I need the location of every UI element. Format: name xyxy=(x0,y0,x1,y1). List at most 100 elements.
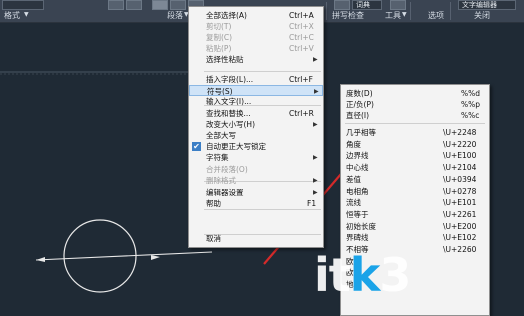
context-menu-item-label: 粘贴(P) xyxy=(206,44,232,53)
context-menu-item[interactable]: 复制(C) Ctrl+C xyxy=(189,32,323,43)
symbol-menu-item-label: 正/负(P) xyxy=(346,100,374,109)
tool-button[interactable] xyxy=(390,0,406,10)
editor-context-menu: 全部选择(A) Ctrl+A 剪切(T) Ctrl+X 复制(C) Ctrl+C 粘贴(P)… xyxy=(188,6,324,248)
symbol-menu-item[interactable]: 边界线 \U+E100 xyxy=(341,150,489,161)
ribbon-divider xyxy=(326,2,327,20)
paragraph-panel-label: 段落 xyxy=(167,11,183,20)
close-editor-label: 文字编辑器 xyxy=(462,1,497,9)
context-menu-item-label: 全部大写 xyxy=(206,131,236,140)
context-menu-item-label: 字符集 xyxy=(206,153,229,162)
context-menu-shortcut: Ctrl+R xyxy=(289,109,314,118)
context-menu-item[interactable]: 插入字段(L)... Ctrl+F xyxy=(189,74,323,85)
context-menu-item[interactable]: 查找和替换... Ctrl+R xyxy=(189,108,323,119)
symbol-menu-item[interactable]: 界碑线 \U+E102 xyxy=(341,232,489,243)
font-dropdown[interactable] xyxy=(2,0,44,10)
symbol-menu-item-label: 角度 xyxy=(346,139,361,149)
dimension-arrow-icon xyxy=(151,255,160,260)
context-menu-item[interactable]: 合并段落(O) xyxy=(189,164,323,175)
context-menu-shortcut: Ctrl+C xyxy=(289,33,314,42)
symbol-menu-item[interactable]: 几乎相等 \U+2248 xyxy=(341,127,489,138)
context-menu-item-label: 删除格式 xyxy=(206,176,236,185)
format-chevron-down-icon: ▼ xyxy=(24,11,29,18)
menu-separator xyxy=(204,71,321,72)
context-menu-item[interactable]: 编辑器设置 ▶ xyxy=(189,187,323,198)
context-menu-shortcut: Ctrl+X xyxy=(289,22,314,31)
symbol-menu-item-label: 流线 xyxy=(346,198,361,208)
chevron-right-icon: ▶ xyxy=(313,154,318,161)
context-menu-item[interactable]: 剪切(T) Ctrl+X xyxy=(189,21,323,32)
symbol-menu-item[interactable]: 度数(D) %%d xyxy=(341,88,489,99)
symbol-menu-item-label: 中心线 xyxy=(346,163,369,173)
symbol-code: %%c xyxy=(461,111,480,120)
context-menu-item[interactable]: 选择性粘贴 ▶ xyxy=(189,54,323,65)
symbol-menu-item-label: 几乎相等 xyxy=(346,128,376,137)
symbol-menu-item[interactable]: 角度 \U+2220 xyxy=(341,139,489,150)
context-menu-item[interactable]: 删除格式 ▶ xyxy=(189,175,323,186)
tools-panel-label: 工具 xyxy=(385,11,401,20)
context-menu-item[interactable]: ✔ 自动更正大写锁定 xyxy=(189,141,323,152)
symbol-menu-item-label: 边界线 xyxy=(346,151,369,161)
chevron-right-icon: ▶ xyxy=(313,121,318,128)
context-menu-item[interactable]: 改变大小写(H) ▶ xyxy=(189,119,323,130)
context-menu-item[interactable]: 帮助 F1 xyxy=(189,198,323,209)
context-menu-item-label: 复制(C) xyxy=(206,33,233,42)
context-menu-shortcut: Ctrl+F xyxy=(289,75,313,84)
symbol-menu-item[interactable]: 差值 \U+0394 xyxy=(341,174,489,185)
ribbon-divider xyxy=(410,2,411,20)
symbol-menu-item-label: 差值 xyxy=(346,174,361,184)
format-panel-label: 格式 xyxy=(4,11,20,20)
symbol-code: \U+2248 xyxy=(443,128,477,137)
close-panel-label: 关闭 xyxy=(474,11,490,20)
context-menu-item-label: 输入文字(I)... xyxy=(206,97,252,106)
symbol-menu-item[interactable]: 初始长度 \U+E200 xyxy=(341,221,489,232)
symbol-menu-item[interactable]: 正/负(P) %%p xyxy=(341,99,489,110)
symbol-menu-item-label: 直径(I) xyxy=(346,111,370,120)
chevron-right-icon: ▶ xyxy=(313,177,318,184)
context-menu-item-label: 全部选择(A) xyxy=(206,11,247,20)
symbol-menu-item-label: 恒等于 xyxy=(346,209,369,219)
symbol-menu-item[interactable]: 中心线 \U+2104 xyxy=(341,162,489,173)
symbol-code: \U+E102 xyxy=(443,233,477,243)
context-menu-item[interactable]: 符号(S) ▶ xyxy=(189,85,323,96)
symbol-menu-item[interactable]: 电相角 \U+0278 xyxy=(341,186,489,197)
tool-button[interactable] xyxy=(152,0,168,10)
symbol-code: %%d xyxy=(461,89,481,98)
chevron-right-icon: ▶ xyxy=(313,56,318,63)
symbol-menu-item-label: 初始长度 xyxy=(346,221,376,231)
chevron-right-icon: ▶ xyxy=(313,189,318,196)
symbol-code: \U+0394 xyxy=(443,174,477,184)
checkmark-icon: ✔ xyxy=(192,142,201,151)
symbol-menu-item-label: 界碑线 xyxy=(346,233,369,243)
context-menu-item-label: 插入字段(L)... xyxy=(206,75,254,84)
context-menu-item-label: 合并段落(O) xyxy=(206,165,248,174)
context-menu-item[interactable]: 输入文字(I)... xyxy=(189,96,323,107)
symbol-code: \U+2261 xyxy=(443,209,477,219)
context-menu-item[interactable]: 全部大写 xyxy=(189,130,323,141)
symbol-code: \U+2104 xyxy=(443,163,477,173)
tool-button[interactable] xyxy=(126,0,142,10)
context-menu-item[interactable]: 全部选择(A) Ctrl+A xyxy=(189,10,323,21)
context-menu-item[interactable]: 字符集 ▶ xyxy=(189,152,323,163)
close-editor-button[interactable]: 文字编辑器 xyxy=(458,0,516,10)
tool-button[interactable] xyxy=(170,0,186,10)
context-menu-item[interactable]: 取消 xyxy=(189,233,323,244)
tool-button[interactable] xyxy=(334,0,350,10)
context-menu-item-label: 选择性粘贴 xyxy=(206,55,244,64)
context-menu-item-label: 取消 xyxy=(206,234,221,243)
dictionary-label: 词典 xyxy=(356,1,370,9)
context-menu-item[interactable]: 粘贴(P) Ctrl+V xyxy=(189,43,323,54)
symbol-menu-item[interactable]: 恒等于 \U+2261 xyxy=(341,209,489,220)
symbol-code: %%p xyxy=(461,100,481,109)
context-menu-item-label: 改变大小写(H) xyxy=(206,120,255,129)
symbol-menu-item[interactable]: 流线 \U+E101 xyxy=(341,197,489,208)
context-menu-item-label: 查找和替换... xyxy=(206,109,251,118)
symbol-menu-item-label: 度数(D) xyxy=(346,89,373,98)
tool-button[interactable] xyxy=(108,0,124,10)
context-menu-item-label: 自动更正大写锁定 xyxy=(206,142,266,151)
symbol-menu-item[interactable]: 直径(I) %%c xyxy=(341,110,489,121)
watermark-logo: itk3 xyxy=(312,248,524,314)
dictionary-button[interactable]: 词典 xyxy=(352,0,382,10)
watermark-logo-text: itk3 xyxy=(314,248,411,302)
dimension-line[interactable] xyxy=(35,251,213,261)
tools-chevron-down-icon: ▼ xyxy=(402,11,407,18)
